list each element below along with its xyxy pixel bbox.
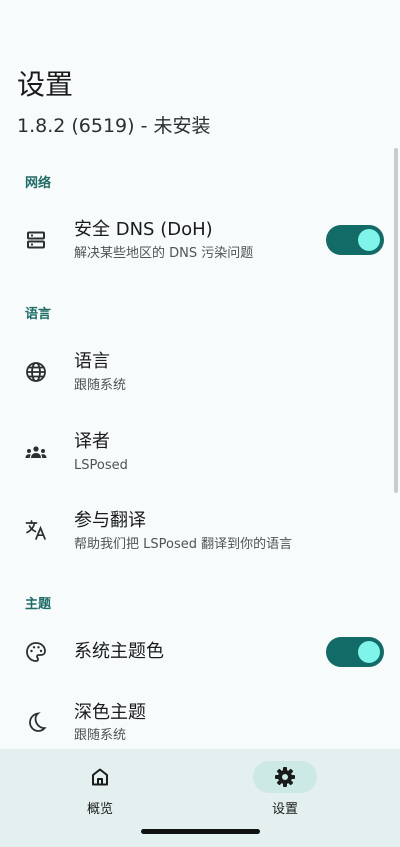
section-header-network: 网络 [25,176,52,191]
home-icon [88,765,112,789]
pref-secure-dns[interactable]: 安全 DNS (DoH) 解决某些地区的 DNS 污染问题 [0,210,400,270]
pref-title: 安全 DNS (DoH) [74,219,213,240]
pref-dark-theme[interactable]: 深色主题 跟随系统 [0,696,400,748]
people-group-icon [24,440,48,464]
moon-icon [24,710,48,734]
pref-title: 深色主题 [74,702,146,723]
pref-translators[interactable]: 译者 LSPosed [0,423,400,481]
section-header-language: 语言 [25,307,52,322]
gear-icon [273,765,297,789]
pref-summary: LSPosed [74,458,128,473]
pref-title: 参与翻译 [74,510,146,531]
globe-icon [24,360,48,384]
palette-icon [24,640,48,664]
pref-language[interactable]: 语言 跟随系统 [0,343,400,401]
pref-summary: 帮助我们把 LSPosed 翻译到你的语言 [74,537,293,552]
toggle-thumb [358,641,380,663]
app-bar: 设置 1.8.2 (6519) - 未安装 [0,0,400,148]
nav-label: 设置 [271,802,298,817]
toggle-thumb [358,229,380,251]
pref-participate-translation[interactable]: 参与翻译 帮助我们把 LSPosed 翻译到你的语言 [0,504,400,562]
pref-summary: 解决某些地区的 DNS 污染问题 [74,246,254,261]
pref-title: 译者 [74,431,110,452]
version-status: 1.8.2 (6519) - 未安装 [17,115,211,137]
dns-toggle[interactable] [326,225,384,255]
pref-summary: 跟随系统 [74,728,127,743]
pref-system-theme-color[interactable]: 系统主题色 [0,628,400,676]
pref-summary: 跟随系统 [74,378,127,393]
dns-icon [24,228,48,252]
bottom-navigation: 概览 设置 [0,749,400,847]
system-color-toggle[interactable] [326,637,384,667]
translate-icon [24,518,48,542]
gesture-handle[interactable] [141,829,260,834]
pref-title: 系统主题色 [74,641,164,662]
pref-title: 语言 [74,351,110,372]
section-header-theme: 主题 [25,597,52,612]
page-title: 设置 [17,68,74,101]
nav-label: 概览 [86,802,113,817]
